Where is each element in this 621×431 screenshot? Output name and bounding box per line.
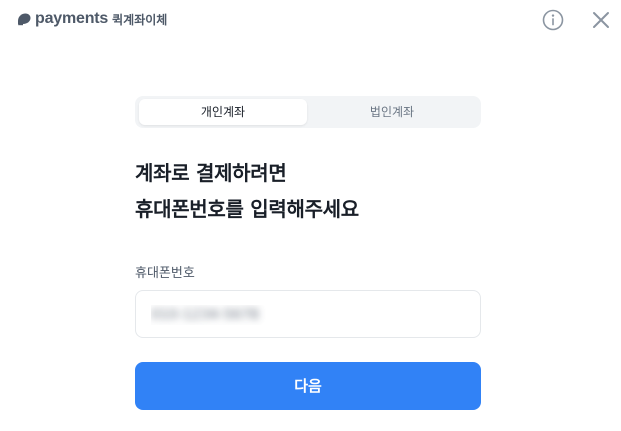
header: payments 퀵계좌이체 <box>0 0 621 40</box>
phone-field-label: 휴대폰번호 <box>135 266 195 281</box>
tab-personal-account[interactable]: 개인계좌 <box>139 99 307 125</box>
service-name: 퀵계좌이체 <box>112 12 168 27</box>
brand-name: payments <box>35 10 109 27</box>
tab-corporate-account[interactable]: 법인계좌 <box>308 99 476 125</box>
title-line-1: 계좌로 결제하려면 <box>135 161 287 185</box>
phone-value-masked: 010-1234-5678 <box>151 305 268 325</box>
phone-value: 010-1234-5678 <box>151 307 260 323</box>
next-button[interactable]: 다음 <box>135 362 481 410</box>
account-type-segment: 개인계좌 법인계좌 <box>135 96 481 128</box>
close-button[interactable] <box>589 8 613 32</box>
close-x-icon <box>593 12 609 28</box>
page-title: 계좌로 결제하려면 휴대폰번호를 입력해주세요 <box>135 155 495 227</box>
phone-input[interactable]: 010-1234-5678 <box>135 290 481 338</box>
info-button[interactable] <box>541 8 565 32</box>
title-line-2: 휴대폰번호를 입력해주세요 <box>135 197 359 221</box>
payment-dialog: payments 퀵계좌이체 개인계좌 법인계좌 계좌로 결제하려면 휴대폰번호… <box>0 0 621 431</box>
payments-logo-icon <box>18 13 31 26</box>
info-circle-icon <box>542 9 564 31</box>
brand: payments 퀵계좌이체 <box>15 9 167 29</box>
